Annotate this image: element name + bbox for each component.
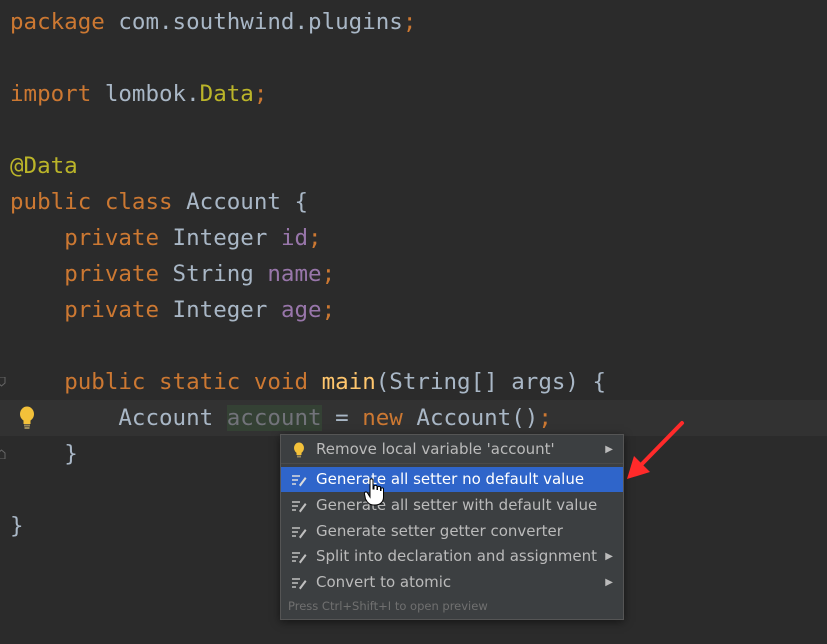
menu-item-convert-atomic[interactable]: Convert to atomic ▶ [281, 570, 623, 595]
semicolon: ; [402, 9, 417, 35]
type-name: Integer [159, 297, 281, 323]
method-params: (String[] args) { [375, 369, 607, 395]
code-line-main[interactable]: public static void main(String[] args) { [10, 364, 606, 400]
keyword-package: package [10, 9, 105, 35]
closing-brace: } [10, 513, 24, 539]
code-line-close-class[interactable]: } [10, 508, 24, 544]
keyword-new: new [362, 405, 403, 431]
code-line-field-id[interactable]: private Integer id; [10, 220, 322, 256]
menu-item-label: Split into declaration and assignment [316, 547, 597, 565]
type-name: Integer [159, 225, 281, 251]
class-name: Account { [172, 189, 309, 215]
menu-item-label: Generate setter getter converter [316, 522, 563, 540]
variable-account[interactable]: account [226, 405, 322, 431]
code-line-close-method[interactable]: } [10, 436, 78, 472]
closing-brace: } [64, 441, 78, 467]
menu-item-generate-setter-with-default[interactable]: Generate all setter with default value [281, 493, 623, 518]
method-name: main [321, 369, 376, 395]
fold-marker-icon[interactable] [0, 449, 6, 459]
menu-item-label: Remove local variable 'account' [316, 440, 555, 458]
assign-operator: = [321, 405, 363, 431]
code-line-annotation[interactable]: @Data [10, 148, 78, 184]
generate-icon [292, 501, 307, 513]
generate-icon [292, 527, 307, 539]
field-age: age [280, 297, 322, 323]
keyword-private: private [64, 261, 160, 287]
semicolon: ; [321, 297, 336, 323]
red-arrow-annotation-icon [627, 421, 684, 479]
field-name: name [267, 261, 322, 287]
code-line-package[interactable]: package com.southwind.plugins; [10, 4, 416, 40]
package-name: com.southwind.plugins [104, 9, 403, 35]
semicolon: ; [321, 261, 336, 287]
code-line-class[interactable]: public class Account { [10, 184, 308, 220]
code-line-account[interactable]: Account account = new Account(); [10, 400, 552, 436]
menu-separator [281, 463, 623, 464]
semicolon: ; [538, 405, 552, 431]
keyword-private: private [64, 297, 160, 323]
lightbulb-icon[interactable] [17, 405, 37, 431]
submenu-arrow-icon: ▶ [605, 551, 613, 562]
menu-item-label: Generate all setter with default value [316, 496, 598, 514]
submenu-arrow-icon: ▶ [605, 444, 613, 455]
type-name: String [159, 261, 268, 287]
generate-icon [292, 552, 307, 564]
menu-item-remove-variable[interactable]: Remove local variable 'account' ▶ [281, 437, 623, 462]
menu-item-generate-setter-getter-converter[interactable]: Generate setter getter converter [281, 519, 623, 544]
code-line-import[interactable]: import lombok.Data; [10, 76, 267, 112]
generate-icon [292, 475, 307, 487]
hand-cursor-icon [364, 478, 384, 506]
menu-item-generate-setter-no-default[interactable]: Generate all setter no default value [281, 467, 623, 492]
submenu-arrow-icon: ▶ [605, 577, 613, 588]
keyword-private: private [64, 225, 160, 251]
lightbulb-icon [294, 442, 304, 458]
import-class: Data [199, 81, 254, 107]
field-id: id [280, 225, 309, 251]
type-name: Account [118, 405, 227, 431]
semicolon: ; [308, 225, 322, 251]
constructor-call: Account() [402, 405, 539, 431]
keyword-public-static-void: public static void [64, 369, 309, 395]
semicolon: ; [253, 81, 268, 107]
menu-item-label: Generate all setter no default value [316, 470, 585, 488]
code-line-field-age[interactable]: private Integer age; [10, 292, 335, 328]
keyword-import: import [10, 81, 92, 107]
code-line-field-name[interactable]: private String name; [10, 256, 335, 292]
fold-marker-icon[interactable] [0, 377, 6, 387]
intention-actions-popup: Remove local variable 'account' ▶ Genera… [280, 434, 624, 620]
popup-footer-hint: Press Ctrl+Shift+I to open preview [288, 599, 488, 613]
menu-item-split-declaration[interactable]: Split into declaration and assignment ▶ [281, 544, 623, 569]
generate-icon [292, 578, 307, 590]
import-package: lombok. [91, 81, 200, 107]
keyword-public-class: public class [10, 189, 173, 215]
menu-item-label: Convert to atomic [316, 573, 452, 591]
